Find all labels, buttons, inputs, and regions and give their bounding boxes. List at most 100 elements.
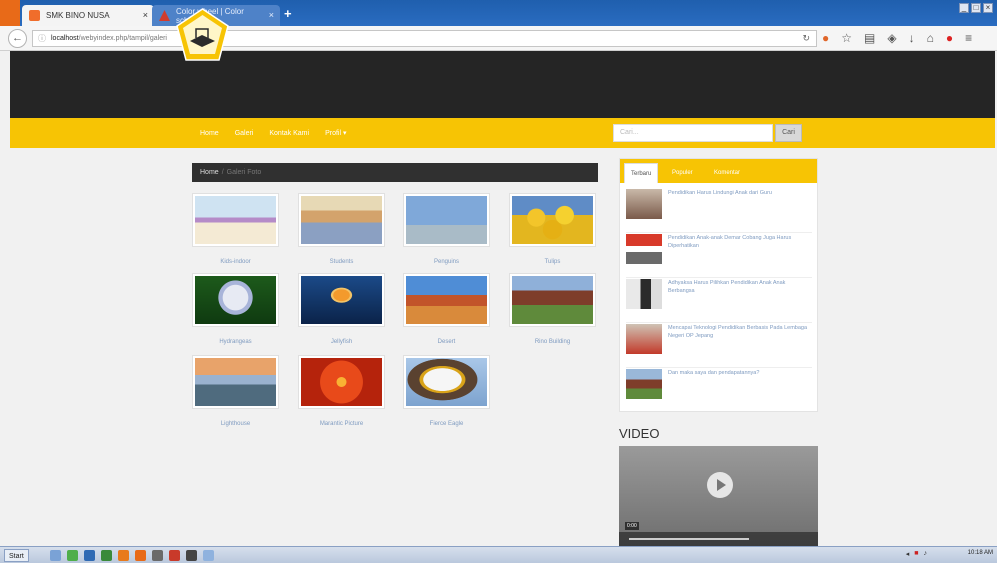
site-header bbox=[10, 51, 995, 118]
explorer-icon[interactable] bbox=[50, 550, 61, 561]
url-path: /webyindex.php/tampil/galeri bbox=[78, 35, 167, 42]
gallery-caption[interactable]: Fierce Eagle bbox=[403, 421, 490, 427]
news-thumbnail bbox=[626, 279, 662, 309]
gallery-thumb[interactable] bbox=[403, 273, 490, 327]
hamburger-menu-icon[interactable]: ≡ bbox=[965, 31, 972, 45]
close-tab-icon[interactable]: × bbox=[143, 10, 148, 20]
back-arrow-icon[interactable]: ← bbox=[8, 29, 27, 48]
photo-lighthouse bbox=[195, 358, 276, 406]
news-item[interactable]: Adhyaksa Harus Pilihkan Pendidikan Anak … bbox=[626, 279, 812, 323]
video-progress-bar[interactable] bbox=[629, 538, 749, 540]
breadcrumb-home[interactable]: Home bbox=[200, 169, 219, 176]
chrome-icon[interactable] bbox=[67, 550, 78, 561]
news-item[interactable]: Pendidikan Anak-anak Demar Cobang Juga H… bbox=[626, 234, 812, 278]
gallery-caption[interactable]: Rino Building bbox=[509, 339, 596, 345]
url-host: localhost bbox=[51, 35, 79, 42]
gallery-thumb[interactable] bbox=[509, 273, 596, 327]
close-tab-icon[interactable]: × bbox=[269, 10, 274, 20]
news-thumbnail bbox=[626, 324, 662, 354]
gallery-thumb[interactable] bbox=[403, 193, 490, 247]
gallery-thumb[interactable] bbox=[192, 273, 279, 327]
reload-icon[interactable]: ↻ bbox=[802, 31, 810, 46]
photo-jellyfish bbox=[301, 276, 382, 324]
tool-icon[interactable] bbox=[152, 550, 163, 561]
download-icon[interactable]: ↓ bbox=[909, 31, 915, 45]
vlc-icon[interactable] bbox=[118, 550, 129, 561]
news-thumbnail bbox=[626, 189, 662, 219]
search-input[interactable]: Cari... bbox=[613, 124, 773, 142]
gallery-caption[interactable]: Kids-indoor bbox=[192, 259, 279, 265]
gallery-thumb[interactable] bbox=[298, 273, 385, 327]
breadcrumb-current: Galeri Foto bbox=[226, 169, 262, 176]
minimize-icon[interactable]: _ bbox=[959, 3, 969, 13]
addon-icon[interactable]: ● bbox=[822, 31, 829, 45]
news-title[interactable]: Pendidikan Anak-anak Demar Cobang Juga H… bbox=[668, 234, 808, 250]
new-tab-button[interactable]: + bbox=[284, 6, 292, 21]
tray-arrow-icon[interactable]: ◂ bbox=[906, 550, 910, 558]
news-item[interactable]: Mencapai Teknologi Pendidikan Berbasis P… bbox=[626, 324, 812, 368]
gallery-caption[interactable]: Lighthouse bbox=[192, 421, 279, 427]
news-thumbnail bbox=[626, 234, 662, 264]
system-tray: ◂ ■ ♪ bbox=[906, 550, 927, 558]
gallery-caption[interactable]: Hydrangeas bbox=[192, 339, 279, 345]
gallery-thumb[interactable] bbox=[298, 355, 385, 409]
terminal-icon[interactable] bbox=[186, 550, 197, 561]
nav-galeri[interactable]: Galeri bbox=[235, 130, 254, 137]
window-icon[interactable] bbox=[203, 550, 214, 561]
play-icon[interactable] bbox=[707, 472, 733, 498]
news-title[interactable]: Mencapai Teknologi Pendidikan Berbasis P… bbox=[668, 324, 808, 340]
news-thumbnail bbox=[626, 369, 662, 399]
photo-penguins bbox=[406, 196, 487, 244]
gallery-thumb[interactable] bbox=[192, 355, 279, 409]
news-title[interactable]: Pendidikan Harus Lindungi Anak dari Guru bbox=[668, 189, 808, 197]
firefox-icon[interactable] bbox=[135, 550, 146, 561]
gallery-thumb[interactable] bbox=[298, 193, 385, 247]
tab-populer[interactable]: Populer bbox=[666, 163, 699, 183]
gallery-caption[interactable]: Penguins bbox=[403, 259, 490, 265]
pocket-icon[interactable]: ◈ bbox=[887, 31, 896, 45]
gallery-thumb[interactable] bbox=[509, 193, 596, 247]
photo-kids bbox=[195, 196, 276, 244]
video-player[interactable]: 0:00 bbox=[619, 446, 818, 546]
nav-home[interactable]: Home bbox=[200, 130, 219, 137]
reading-list-icon[interactable]: ▤ bbox=[864, 31, 875, 45]
news-title[interactable]: Dan maka saya dan pendapatannya? bbox=[668, 369, 808, 377]
gallery-thumb[interactable] bbox=[192, 193, 279, 247]
gallery-caption[interactable]: Jellyfish bbox=[298, 339, 385, 345]
tab-smk-bino-nusa[interactable]: SMK BINO NUSA × bbox=[22, 5, 154, 26]
news-item[interactable]: Dan maka saya dan pendapatannya? bbox=[626, 369, 812, 413]
news-panel: Terbaru Populer Komentar Pendidikan Haru… bbox=[619, 158, 818, 412]
system-clock[interactable]: 10:18 AM bbox=[968, 550, 993, 556]
volume-icon[interactable]: ♪ bbox=[924, 550, 928, 558]
photo-hydrangeas bbox=[195, 276, 276, 324]
excel-icon[interactable] bbox=[101, 550, 112, 561]
start-button[interactable]: Start bbox=[4, 549, 29, 562]
news-title[interactable]: Adhyaksa Harus Pilihkan Pendidikan Anak … bbox=[668, 279, 808, 295]
gallery-thumb[interactable] bbox=[403, 355, 490, 409]
network-icon[interactable]: ■ bbox=[914, 550, 918, 558]
gallery-caption[interactable]: Tulips bbox=[509, 259, 596, 265]
home-icon[interactable]: ⌂ bbox=[927, 31, 934, 45]
firefox-menu-button[interactable] bbox=[0, 0, 20, 26]
news-item[interactable]: Pendidikan Harus Lindungi Anak dari Guru bbox=[626, 189, 812, 233]
info-icon[interactable]: ⓘ bbox=[38, 31, 46, 46]
extension-icon[interactable]: ● bbox=[946, 31, 953, 45]
tab-label: SMK BINO NUSA bbox=[46, 11, 110, 20]
tab-komentar[interactable]: Komentar bbox=[708, 163, 746, 183]
gallery-caption[interactable]: Marantic Picture bbox=[298, 421, 385, 427]
nav-profil-dropdown[interactable]: Profil ▾ bbox=[325, 129, 346, 137]
video-controls: 0:00 bbox=[619, 522, 818, 546]
bookmark-star-icon[interactable]: ☆ bbox=[841, 31, 852, 45]
app-icon[interactable] bbox=[169, 550, 180, 561]
photo-flower bbox=[301, 358, 382, 406]
school-logo[interactable] bbox=[174, 7, 231, 64]
close-window-icon[interactable]: × bbox=[983, 3, 993, 13]
tab-terbaru[interactable]: Terbaru bbox=[624, 163, 659, 183]
word-icon[interactable] bbox=[84, 550, 95, 561]
gallery-caption[interactable]: Students bbox=[298, 259, 385, 265]
nav-kontak-kami[interactable]: Kontak Kami bbox=[269, 130, 309, 137]
url-input[interactable]: ⓘ localhost/webyindex.php/tampil/galeri … bbox=[32, 30, 817, 47]
search-button[interactable]: Cari bbox=[775, 124, 802, 142]
maximize-icon[interactable]: □ bbox=[971, 3, 981, 13]
gallery-caption[interactable]: Desert bbox=[403, 339, 490, 345]
